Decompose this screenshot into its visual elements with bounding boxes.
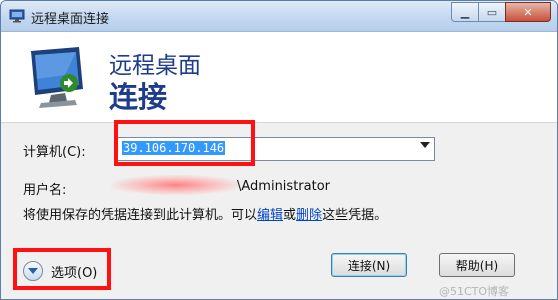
rdp-window: 远程桌面连接 ▁ ▭ ✕ 远程桌面 连接 计算机(C): 39.106.170.… bbox=[0, 0, 558, 300]
highlight-box-computer bbox=[114, 120, 255, 166]
edit-link[interactable]: 编辑 bbox=[257, 208, 283, 223]
minimize-icon: ▁ bbox=[460, 5, 470, 19]
computer-label: 计算机(C): bbox=[23, 145, 86, 160]
remote-desktop-icon bbox=[9, 9, 25, 23]
dropdown-arrow-icon[interactable] bbox=[420, 142, 430, 148]
window-controls: ▁ ▭ ✕ bbox=[451, 2, 551, 22]
help-button[interactable]: 帮助(H) bbox=[439, 253, 515, 277]
delete-link[interactable]: 删除 bbox=[296, 208, 322, 223]
close-icon: ✕ bbox=[523, 5, 533, 19]
title-bar[interactable]: 远程桌面连接 ▁ ▭ ✕ bbox=[1, 1, 557, 32]
highlight-box-options bbox=[13, 248, 111, 290]
minimize-button[interactable]: ▁ bbox=[451, 2, 478, 22]
username-value: \Administrator bbox=[237, 179, 330, 194]
window-title: 远程桌面连接 bbox=[31, 12, 110, 27]
username-label: 用户名: bbox=[23, 183, 67, 198]
close-button[interactable]: ✕ bbox=[505, 2, 551, 22]
header-banner: 远程桌面 连接 bbox=[1, 32, 557, 123]
info-prefix: 将使用保存的凭据连接到此计算机。可以 bbox=[23, 208, 258, 223]
monitor-icon bbox=[31, 47, 83, 108]
redacted-username-blur bbox=[111, 175, 241, 195]
banner-title-line2: 连接 bbox=[109, 80, 168, 114]
maximize-icon: ▭ bbox=[486, 5, 498, 19]
watermark: @51CTO博客 bbox=[439, 285, 510, 298]
maximize-button[interactable]: ▭ bbox=[478, 2, 505, 22]
dialog-body: 计算机(C): 39.106.170.146 用户名: \Administrat… bbox=[1, 120, 557, 299]
credentials-info: 将使用保存的凭据连接到此计算机。可以编辑或删除这些凭据。 bbox=[23, 207, 423, 224]
connect-button[interactable]: 连接(N) bbox=[331, 253, 407, 277]
info-suffix: 这些凭据。 bbox=[322, 208, 388, 223]
info-or: 或 bbox=[283, 208, 297, 223]
